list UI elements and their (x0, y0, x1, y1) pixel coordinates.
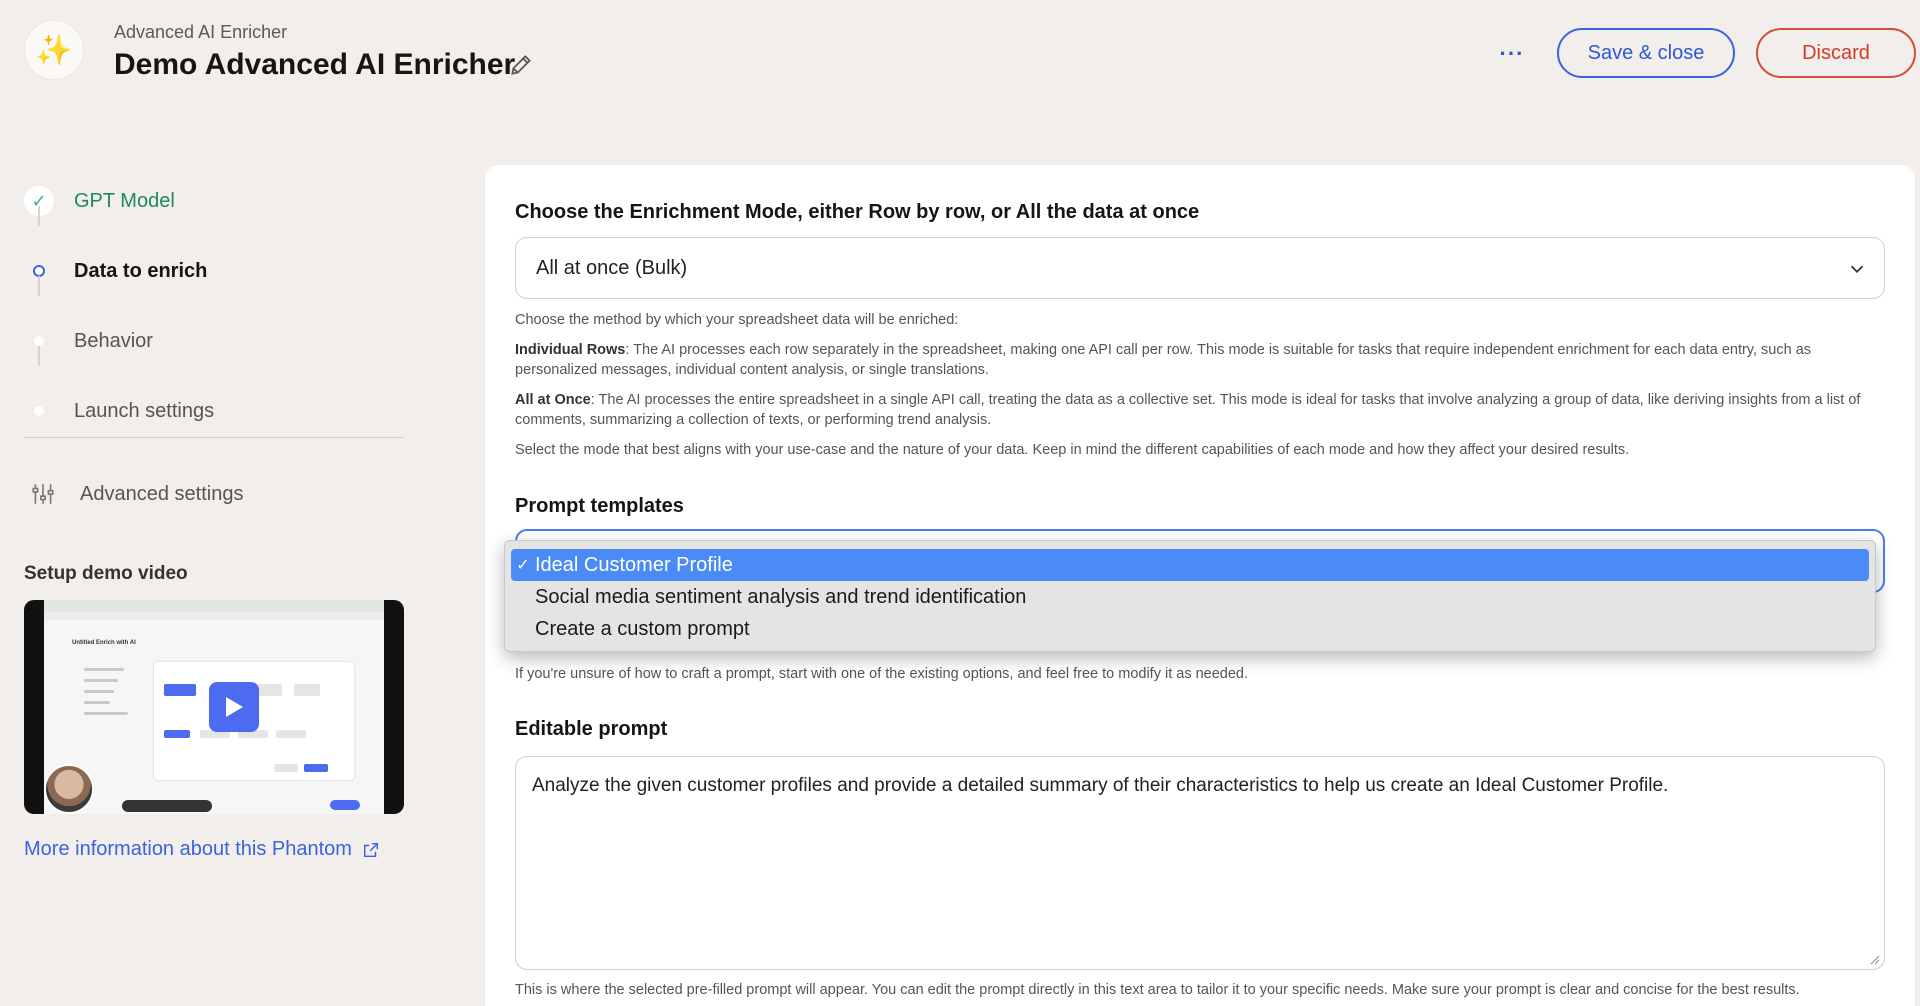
app-subtitle: Advanced AI Enricher (114, 22, 288, 42)
dropdown-option-ideal-customer-profile[interactable]: ✓ Ideal Customer Profile (511, 549, 1869, 581)
mode-help-once: All at Once: The AI processes the entire… (515, 392, 1861, 428)
step-label: GPT Model (74, 189, 175, 212)
prompt-help: This is where the selected pre-filled pr… (515, 982, 1800, 998)
demo-video-thumbnail[interactable]: Untitled Enrich with AI (24, 600, 404, 814)
video-preview: Untitled Enrich with AI (44, 600, 384, 814)
editable-prompt-textarea[interactable]: Analyze the given customer profiles and … (515, 756, 1885, 970)
step-behavior[interactable]: Behavior (24, 306, 404, 376)
sparkles-icon: ✨ (24, 20, 84, 80)
steps-nav: ✓ GPT Model Data to enrich Behavior Laun… (24, 166, 404, 446)
step-gpt-model[interactable]: ✓ GPT Model (24, 166, 404, 236)
mode-help-intro: Choose the method by which your spreadsh… (515, 312, 959, 328)
pencil-icon[interactable] (508, 52, 534, 78)
more-info-label: More information about this Phantom (24, 838, 352, 860)
prompt-templates-dropdown: ✓ Ideal Customer Profile Social media se… (504, 540, 1876, 652)
video-inner-title: Untitled Enrich with AI (72, 640, 136, 646)
resize-handle-icon[interactable] (1868, 953, 1880, 965)
demo-video-title: Setup demo video (24, 563, 188, 584)
step-label: Behavior (74, 329, 153, 352)
dropdown-option-sentiment-analysis[interactable]: Social media sentiment analysis and tren… (511, 581, 1869, 613)
mode-section-title: Choose the Enrichment Mode, either Row b… (515, 201, 1200, 223)
step-data-to-enrich[interactable]: Data to enrich (24, 236, 404, 306)
enrichment-mode-value: All at once (Bulk) (536, 256, 688, 279)
step-dot-icon (34, 406, 44, 416)
chevron-down-icon (1850, 265, 1864, 274)
prompt-text: Analyze the given customer profiles and … (532, 775, 1669, 796)
external-link-icon (363, 842, 378, 857)
advanced-settings-label: Advanced settings (80, 482, 244, 505)
header: ✨ Advanced AI Enricher Demo Advanced AI … (0, 0, 1920, 110)
more-options-button[interactable]: ··· (1494, 36, 1530, 72)
prompt-section-title: Editable prompt (515, 718, 668, 740)
enrichment-mode-select[interactable]: All at once (Bulk) (515, 237, 1885, 299)
step-connector (38, 206, 40, 226)
step-launch-settings[interactable]: Launch settings (24, 376, 404, 446)
sidebar-divider (24, 437, 404, 438)
presenter-avatar (44, 764, 94, 814)
step-connector (38, 276, 40, 296)
page-title: Demo Advanced AI Enricher (114, 48, 516, 81)
step-connector (38, 346, 40, 366)
mode-help-outro: Select the mode that best aligns with yo… (515, 442, 1630, 458)
advanced-settings-link[interactable]: Advanced settings (24, 476, 243, 512)
templates-section-title: Prompt templates (515, 495, 684, 517)
step-label: Data to enrich (74, 259, 208, 282)
play-icon[interactable] (209, 682, 259, 732)
step-dot-icon (34, 336, 44, 346)
checkmark-icon: ✓ (516, 557, 530, 574)
templates-help: If you're unsure of how to craft a promp… (515, 666, 1249, 682)
more-info-link[interactable]: More information about this Phantom (24, 838, 380, 861)
sliders-icon (32, 484, 54, 504)
save-close-button[interactable]: Save & close (1557, 28, 1735, 78)
step-label: Launch settings (74, 399, 215, 422)
dropdown-option-custom-prompt[interactable]: Create a custom prompt (511, 613, 1869, 645)
discard-button[interactable]: Discard (1756, 28, 1916, 78)
mode-help-rows: Individual Rows: The AI processes each r… (515, 342, 1812, 378)
